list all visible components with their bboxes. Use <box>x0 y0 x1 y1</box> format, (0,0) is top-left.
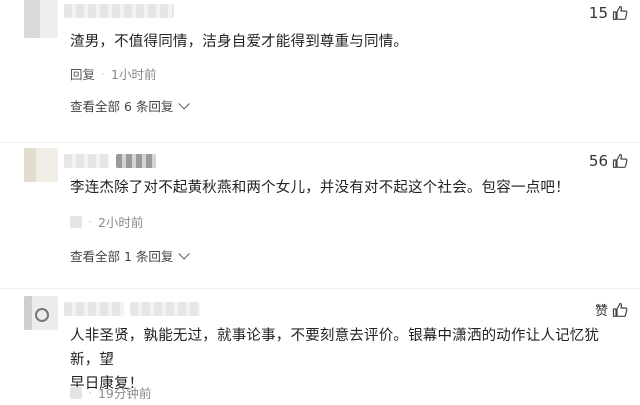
comment-meta: · 2小时前 <box>70 212 143 231</box>
avatar[interactable] <box>24 148 58 182</box>
like-count: 15 <box>588 4 608 22</box>
view-all-replies-label: 查看全部 1 条回复 <box>70 249 174 264</box>
comment-text-line: 人非圣贤，孰能无过，就事论事，不要刻意去评价。银幕中潇洒的动作让人记忆犹新，望 <box>70 328 600 368</box>
comment-text-line: 早日康复！ <box>70 376 144 392</box>
comment-time: 1小时前 <box>111 67 157 82</box>
username-blurred <box>130 302 200 316</box>
avatar[interactable] <box>24 0 58 38</box>
meta-separator: · <box>101 66 105 81</box>
avatar[interactable] <box>24 296 58 330</box>
view-all-replies[interactable]: 查看全部 1 条回复 <box>70 246 191 265</box>
view-all-replies[interactable]: 查看全部 6 条回复 <box>70 96 191 115</box>
comment-time: 2小时前 <box>97 215 144 230</box>
user-badge-blurred <box>116 154 156 168</box>
reply-button-blurred[interactable] <box>70 215 82 228</box>
divider <box>0 142 640 143</box>
meta-separator: · <box>88 385 92 400</box>
reply-button[interactable]: 回复 <box>70 64 95 83</box>
comment-text: 渣男，不值得同情，洁身自爱才能得到尊重与同情。 <box>70 34 409 50</box>
comment-meta: · 19分钟前 <box>70 383 151 402</box>
reply-button-blurred[interactable] <box>70 386 82 399</box>
like-button[interactable]: 15 <box>589 4 628 22</box>
username-blurred[interactable] <box>64 302 124 316</box>
divider <box>0 288 640 289</box>
thumbs-up-icon <box>612 153 628 168</box>
comment-time: 19分钟前 <box>97 386 152 401</box>
comment-meta: 回复 · 1小时前 <box>70 64 156 83</box>
thumbs-up-icon <box>612 302 628 317</box>
chevron-down-icon <box>178 247 191 260</box>
meta-separator: · <box>88 214 92 229</box>
chevron-down-icon <box>178 97 191 110</box>
like-button[interactable]: 56 <box>589 152 628 170</box>
username-blurred[interactable] <box>64 154 109 168</box>
like-count: 56 <box>588 152 608 170</box>
username-blurred[interactable] <box>64 4 174 18</box>
comment-text: 人非圣贤，孰能无过，就事论事，不要刻意去评价。银幕中潇洒的动作让人记忆犹新，望 … <box>70 324 624 396</box>
like-button[interactable]: 赞 <box>595 300 628 319</box>
view-all-replies-label: 查看全部 6 条回复 <box>70 99 174 114</box>
thumbs-up-icon <box>612 5 628 20</box>
comment-text: 李连杰除了对不起黄秋燕和两个女儿，并没有对不起这个社会。包容一点吧！ <box>70 180 570 196</box>
like-label: 赞 <box>594 304 608 319</box>
